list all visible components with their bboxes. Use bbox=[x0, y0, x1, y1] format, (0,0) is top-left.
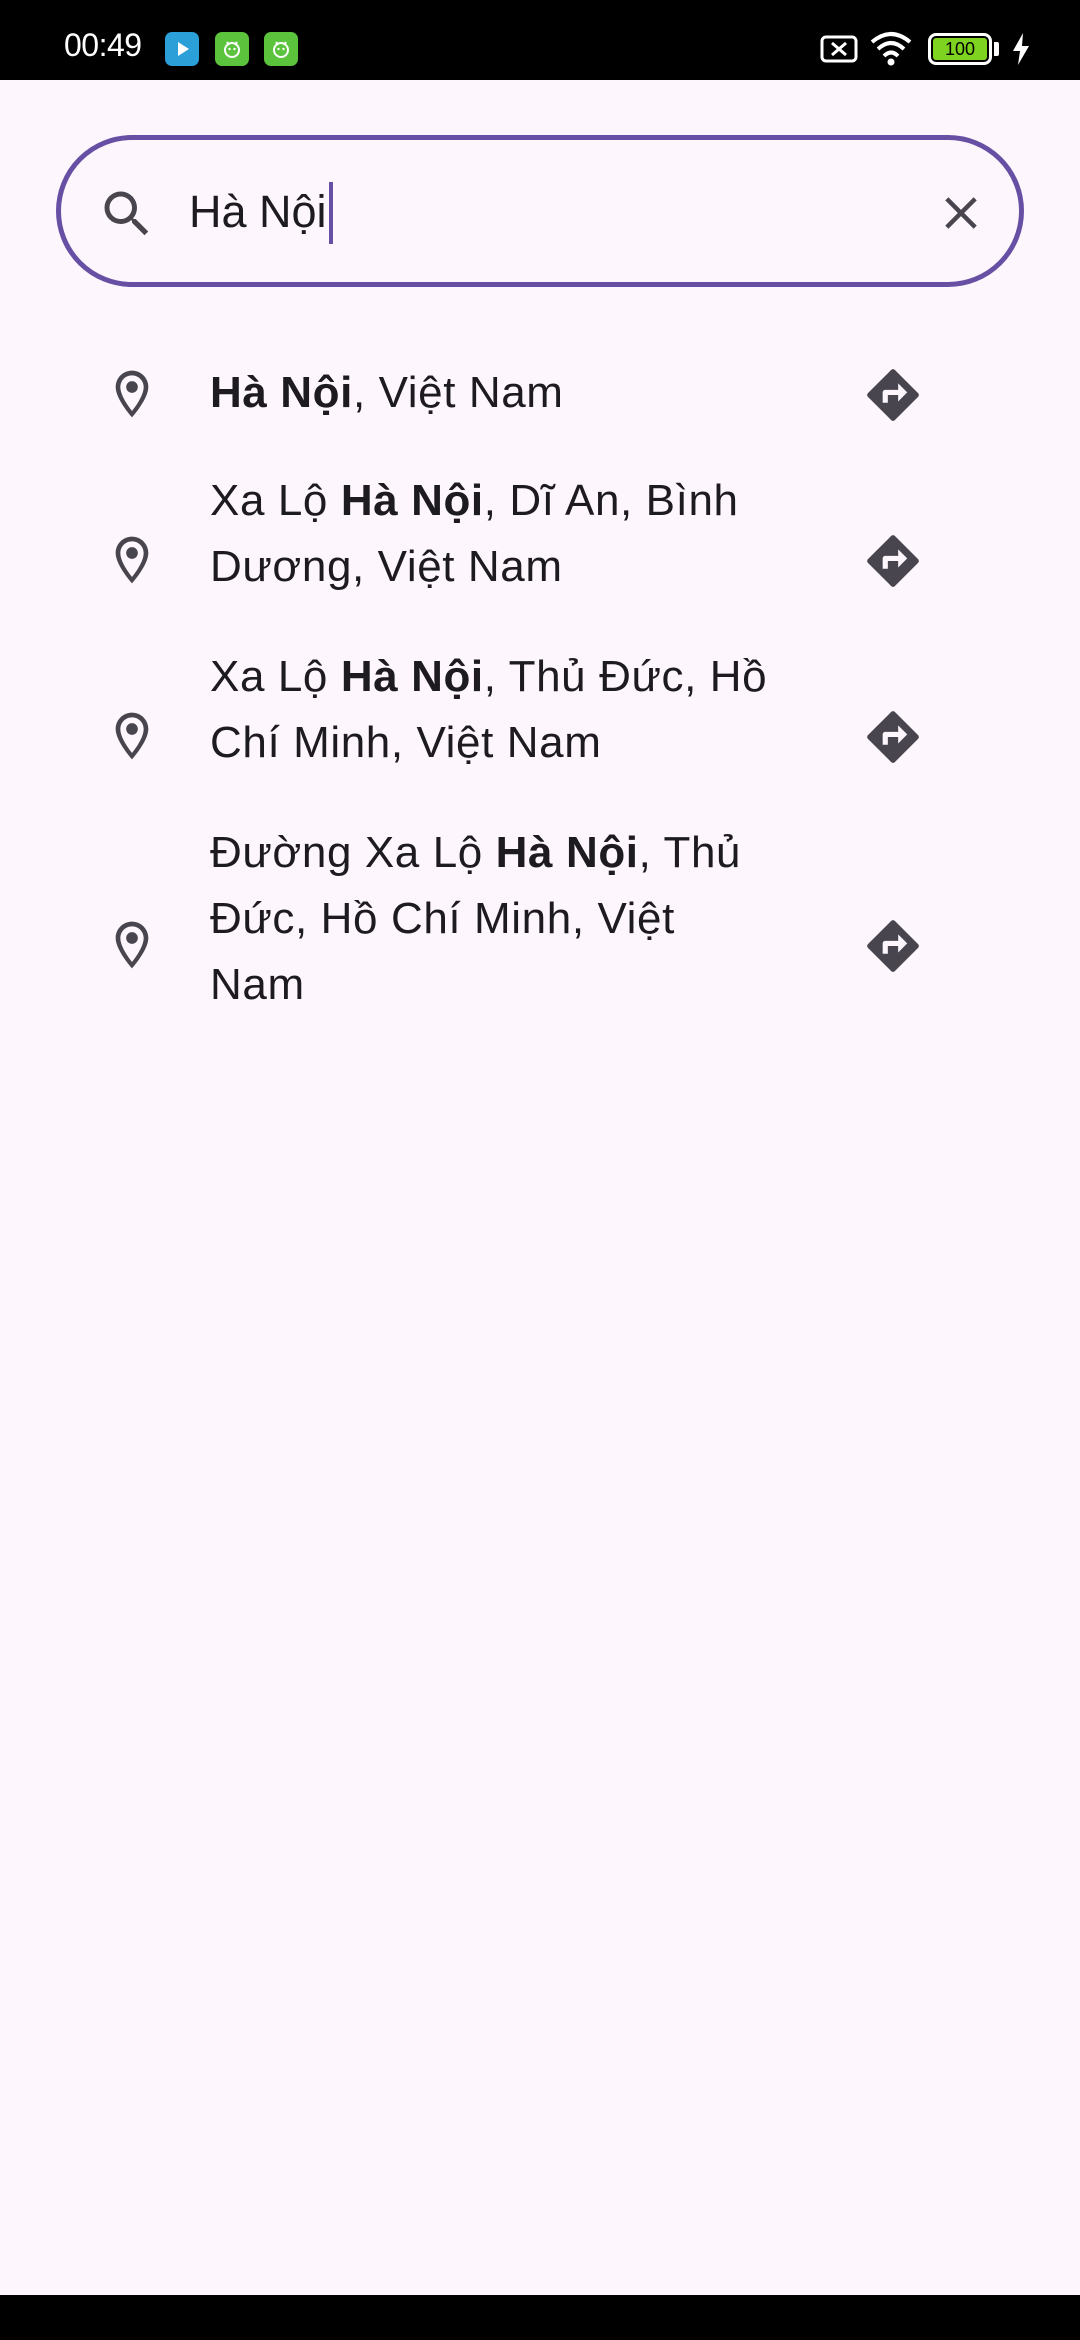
battery-nub bbox=[994, 42, 999, 56]
result-match: Hà Nội bbox=[210, 368, 353, 417]
result-prefix: Đường Xa Lộ bbox=[210, 828, 496, 877]
search-bar[interactable] bbox=[56, 135, 1024, 287]
status-time: 00:49 bbox=[64, 27, 142, 63]
location-pin-icon bbox=[115, 921, 149, 969]
result-text: Hà Nội, Việt Nam bbox=[210, 360, 770, 426]
video-player-icon bbox=[165, 32, 199, 66]
result-prefix: Xa Lộ bbox=[210, 476, 341, 525]
battery-icon: 100 bbox=[928, 33, 992, 65]
status-icons: 100 bbox=[800, 0, 1080, 80]
no-sim-icon bbox=[820, 35, 858, 63]
directions-icon[interactable] bbox=[862, 915, 924, 977]
result-prefix: Xa Lộ bbox=[210, 652, 341, 701]
status-bar: 00:49 100 bbox=[0, 0, 1080, 80]
result-suffix: , Việt Nam bbox=[352, 368, 564, 417]
search-icon bbox=[104, 191, 149, 236]
text-cursor bbox=[329, 182, 333, 244]
navigation-bar bbox=[0, 2295, 1080, 2340]
result-match: Hà Nội bbox=[340, 476, 484, 525]
android-app-icon bbox=[215, 32, 249, 66]
charging-icon bbox=[1013, 33, 1029, 65]
location-pin-icon bbox=[115, 536, 149, 584]
result-match: Hà Nội bbox=[340, 652, 484, 701]
search-input[interactable] bbox=[189, 170, 929, 254]
result-text: Xa Lộ Hà Nội, Dĩ An, Bình Dương, Việt Na… bbox=[210, 468, 770, 600]
location-pin-icon bbox=[115, 370, 149, 418]
list-item[interactable]: Xa Lộ Hà Nội, Thủ Đức, Hồ Chí Minh, Việt… bbox=[0, 636, 1080, 786]
wifi-icon bbox=[870, 32, 912, 66]
directions-icon[interactable] bbox=[862, 530, 924, 592]
result-text: Đường Xa Lộ Hà Nội, Thủ Đức, Hồ Chí Minh… bbox=[210, 820, 770, 1018]
list-item[interactable]: Đường Xa Lộ Hà Nội, Thủ Đức, Hồ Chí Minh… bbox=[0, 812, 1080, 1028]
list-item[interactable]: Hà Nội, Việt Nam bbox=[0, 328, 1080, 438]
list-item[interactable]: Xa Lộ Hà Nội, Dĩ An, Bình Dương, Việt Na… bbox=[0, 460, 1080, 610]
battery-level: 100 bbox=[933, 38, 987, 60]
result-match: Hà Nội bbox=[495, 828, 639, 877]
android-app-icon bbox=[264, 32, 298, 66]
close-icon bbox=[945, 197, 977, 229]
location-pin-icon bbox=[115, 712, 149, 760]
directions-icon[interactable] bbox=[862, 364, 924, 426]
clear-button[interactable] bbox=[926, 178, 996, 248]
directions-icon[interactable] bbox=[862, 706, 924, 768]
result-text: Xa Lộ Hà Nội, Thủ Đức, Hồ Chí Minh, Việt… bbox=[210, 644, 770, 776]
